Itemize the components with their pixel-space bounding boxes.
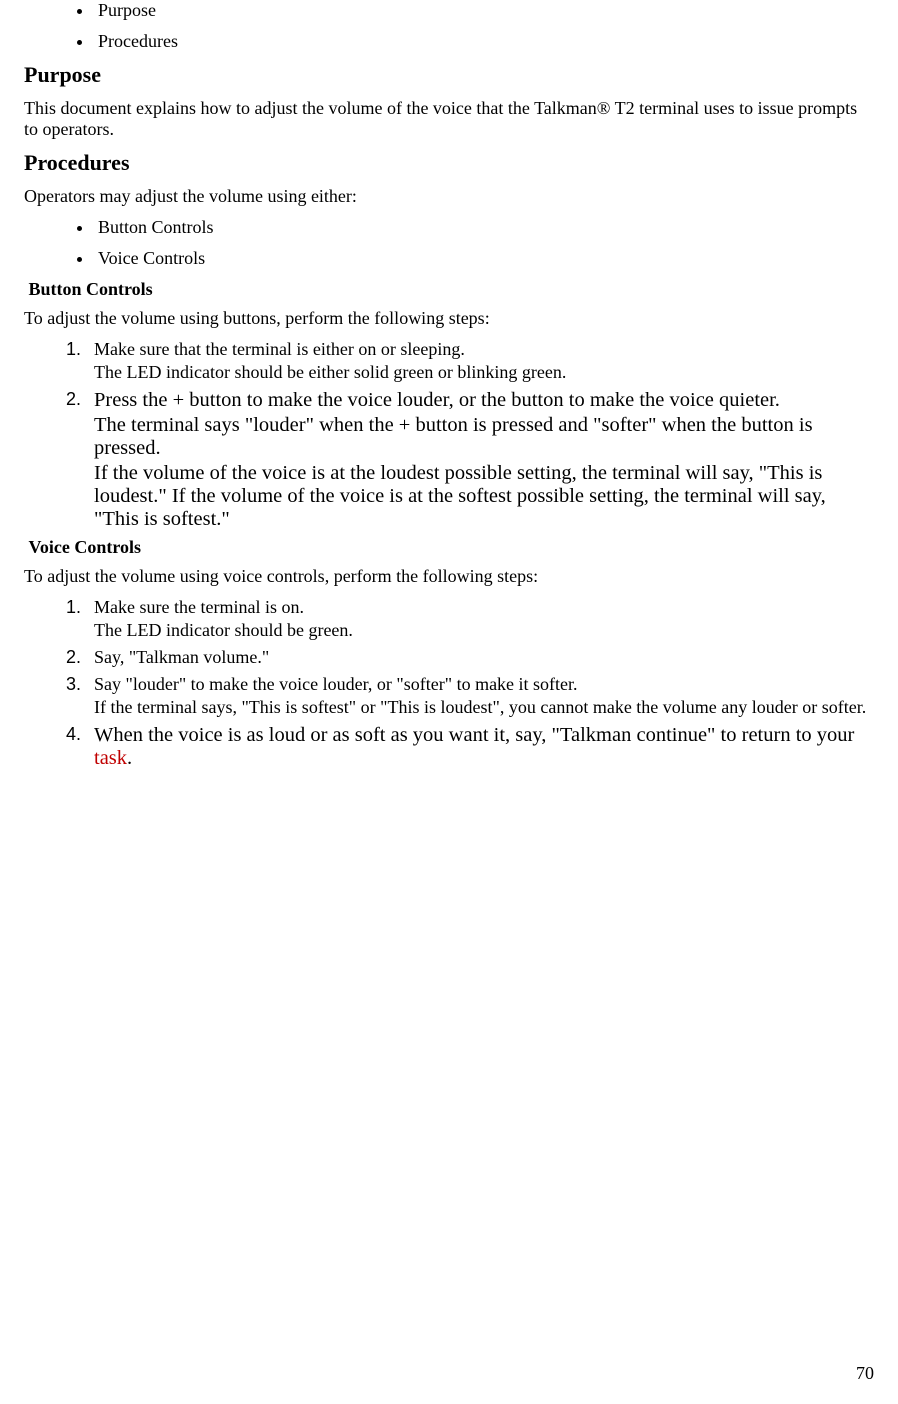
step-text: Press the + button to make the voice lou…	[94, 389, 874, 412]
voice-step-3: 3. Say "louder" to make the voice louder…	[94, 674, 874, 718]
voice-controls-steps: 1. Make sure the terminal is on. The LED…	[24, 597, 874, 770]
nav-item-procedures: Procedures	[94, 31, 874, 52]
voice-step-4: 4. When the voice is as loud or as soft …	[94, 724, 874, 770]
button-step-1: 1. Make sure that the terminal is either…	[94, 339, 874, 383]
step-text: Make sure the terminal is on.	[94, 597, 874, 618]
step-number: 1.	[66, 597, 81, 618]
step-number: 2.	[66, 647, 81, 668]
step-sub-text: The terminal says "louder" when the + bu…	[94, 414, 874, 460]
option-voice-controls: Voice Controls	[94, 248, 874, 269]
step-number: 3.	[66, 674, 81, 695]
step-sub-text: The LED indicator should be green.	[94, 620, 874, 641]
procedures-options-list: Button Controls Voice Controls	[24, 217, 874, 269]
button-controls-intro: To adjust the volume using buttons, perf…	[24, 308, 874, 329]
step-number: 4.	[66, 724, 81, 745]
voice-controls-intro: To adjust the volume using voice control…	[24, 566, 874, 587]
button-step-2: 2. Press the + button to make the voice …	[94, 389, 874, 531]
button-controls-steps: 1. Make sure that the terminal is either…	[24, 339, 874, 531]
step-text-pre: When the voice is as loud or as soft as …	[94, 724, 854, 746]
purpose-text: This document explains how to adjust the…	[24, 98, 874, 140]
procedures-heading: Procedures	[24, 150, 874, 176]
task-link[interactable]: task	[94, 747, 127, 769]
step-number: 2.	[66, 389, 81, 410]
step-text: Say, "Talkman volume."	[94, 647, 874, 668]
step-sub-text: The LED indicator should be either solid…	[94, 362, 874, 383]
voice-step-2: 2. Say, "Talkman volume."	[94, 647, 874, 668]
nav-item-purpose: Purpose	[94, 0, 874, 21]
step-text: When the voice is as loud or as soft as …	[94, 724, 874, 770]
step-sub-text: If the terminal says, "This is softest" …	[94, 697, 874, 718]
button-controls-heading: Button Controls	[24, 279, 874, 300]
step-text: Say "louder" to make the voice louder, o…	[94, 674, 874, 695]
procedures-intro: Operators may adjust the volume using ei…	[24, 186, 874, 207]
voice-controls-heading: Voice Controls	[24, 537, 874, 558]
step-number: 1.	[66, 339, 81, 360]
voice-step-1: 1. Make sure the terminal is on. The LED…	[94, 597, 874, 641]
page-number: 70	[856, 1363, 874, 1384]
step-text-post: .	[127, 747, 132, 769]
nav-bullet-list: Purpose Procedures	[24, 0, 874, 52]
option-button-controls: Button Controls	[94, 217, 874, 238]
step-sub-text: If the volume of the voice is at the lou…	[94, 462, 874, 531]
purpose-heading: Purpose	[24, 62, 874, 88]
step-text: Make sure that the terminal is either on…	[94, 339, 874, 360]
